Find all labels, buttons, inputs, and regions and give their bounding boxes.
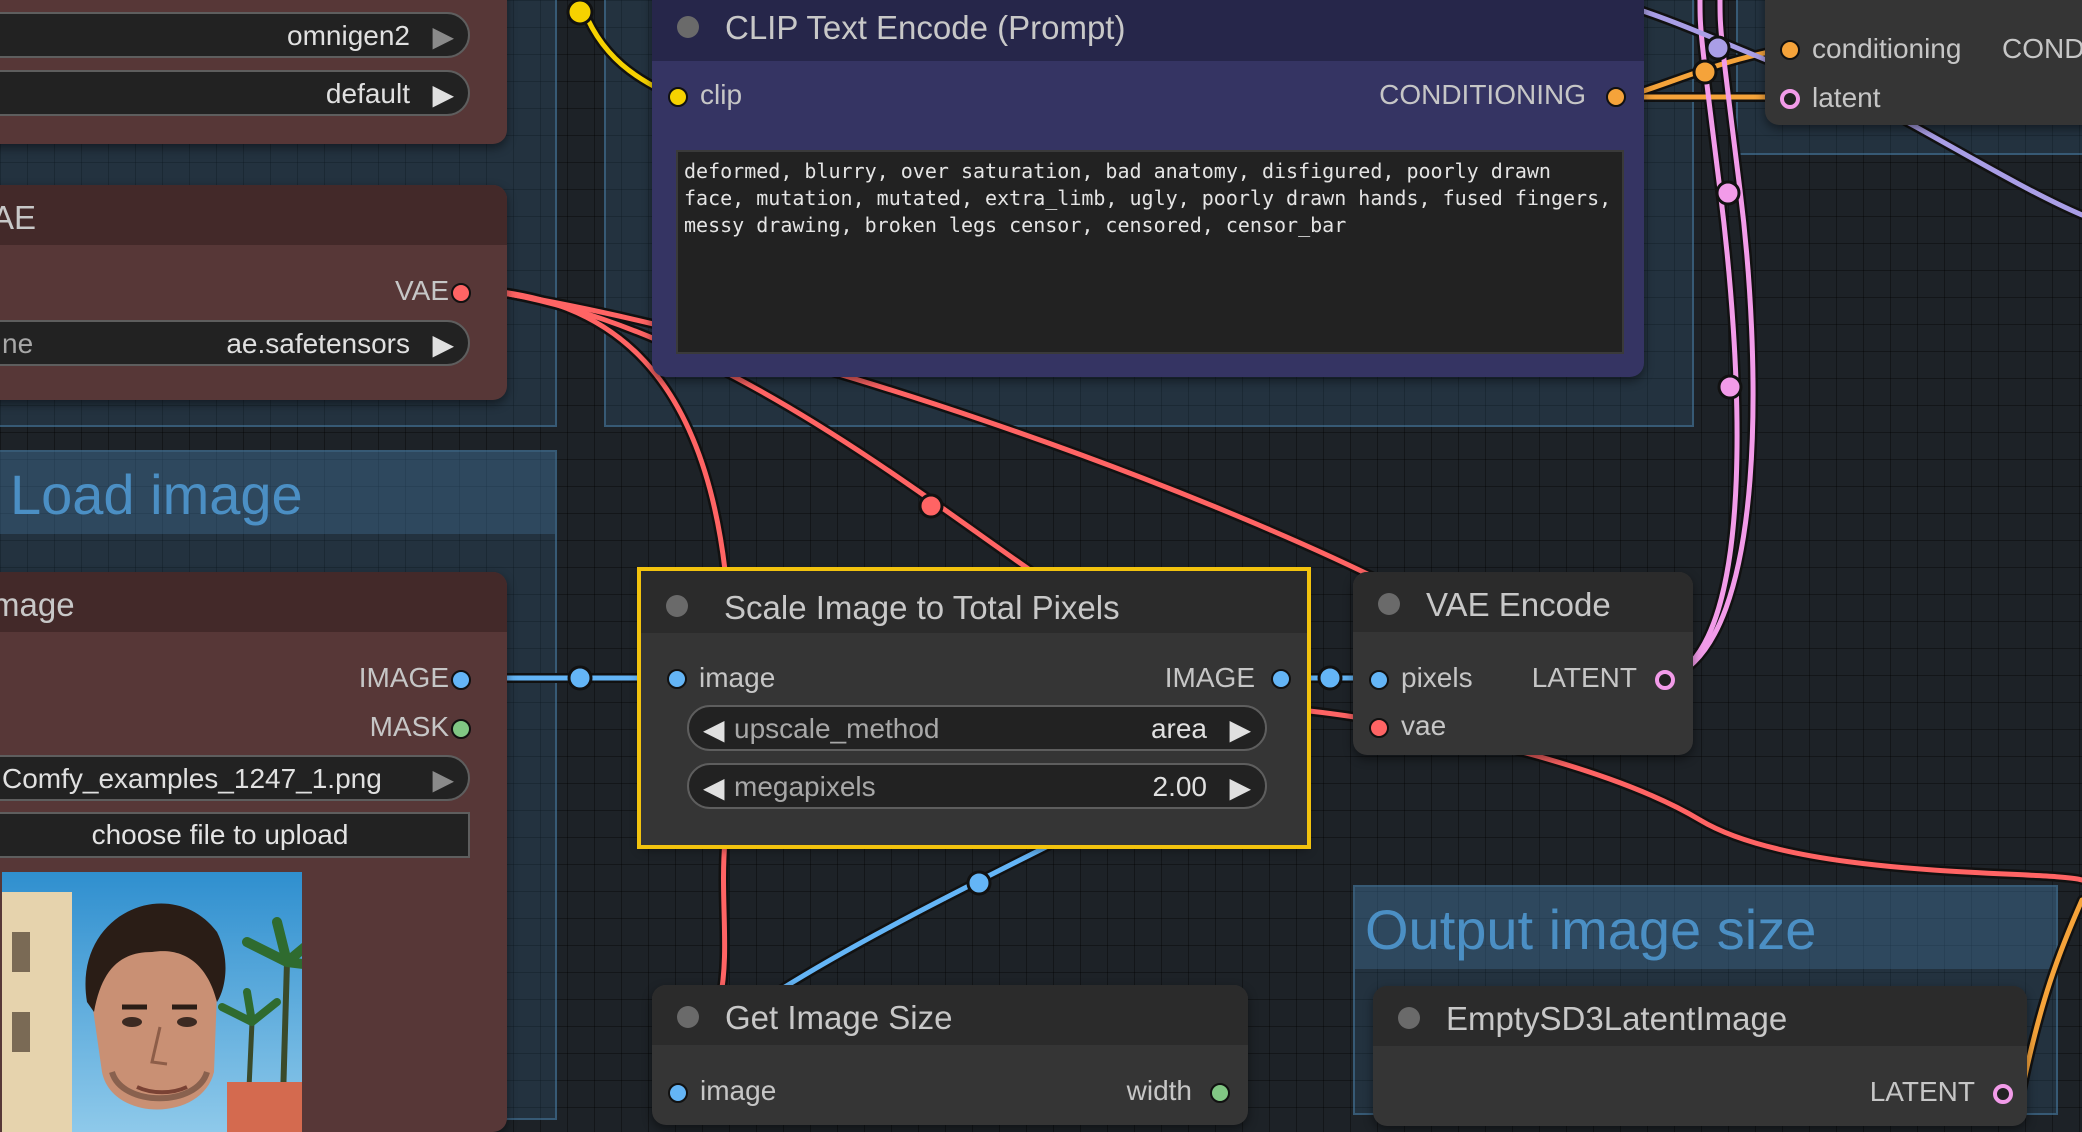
vae-input-socket[interactable] (1369, 718, 1389, 738)
arrow-right-icon[interactable]: ▶ (432, 328, 454, 361)
arrow-right-icon[interactable]: ▶ (1229, 771, 1251, 804)
portrait-image (2, 872, 302, 1132)
input-image-label: image (699, 662, 776, 693)
output-latent-label: LATENT (1869, 1076, 1975, 1107)
image-input-socket[interactable] (667, 669, 687, 689)
node-header[interactable]: Get Image Size (652, 985, 1248, 1045)
clip-text-encode-node[interactable]: CLIP Text Encode (Prompt) clip CONDITION… (652, 0, 1644, 377)
input-clip-label: clip (700, 79, 743, 110)
node-collapse-dot[interactable] (1398, 1007, 1420, 1029)
node-collapse-dot[interactable] (677, 1006, 699, 1028)
arrow-left-icon[interactable]: ◀ (703, 771, 725, 804)
node-collapse-dot[interactable] (666, 595, 688, 617)
upscale-method-widget[interactable]: ◀ upscale_method area ▶ (687, 705, 1267, 751)
arrow-left-icon[interactable]: ◀ (703, 713, 725, 746)
node-title: EmptySD3LatentImage (1446, 1000, 1788, 1037)
image-preview (2, 872, 302, 1132)
prompt-textarea[interactable]: deformed, blurry, over saturation, bad a… (676, 150, 1624, 354)
arrow-right-icon[interactable]: ▶ (432, 20, 454, 53)
scale-image-node[interactable]: Scale Image to Total Pixels image IMAGE … (637, 567, 1311, 849)
conditioning-output-socket[interactable] (1606, 87, 1626, 107)
megapixels-widget[interactable]: ◀ megapixels 2.00 ▶ (687, 763, 1267, 809)
upload-button[interactable]: choose file to upload (0, 812, 470, 858)
widget-label: megapixels (734, 771, 876, 802)
widget-value: 2.00 (1152, 771, 1208, 802)
node-collapse-dot[interactable] (677, 16, 699, 38)
node-title: CLIP Text Encode (Prompt) (725, 9, 1126, 46)
load-image-node[interactable]: mage IMAGE MASK Comfy_examples_1247_1.pn… (0, 572, 507, 1132)
input-vae-label: vae (1401, 710, 1447, 741)
width-output-socket[interactable] (1210, 1083, 1230, 1103)
output-image-label: IMAGE (358, 662, 449, 693)
input-pixels-label: pixels (1401, 662, 1473, 693)
type-select-widget[interactable]: default ▶ (0, 70, 470, 116)
vae-encode-node[interactable]: VAE Encode pixels LATENT vae (1353, 572, 1693, 755)
widget-value: default (325, 78, 410, 109)
image-file-widget[interactable]: Comfy_examples_1247_1.png ▶ (0, 755, 470, 801)
image-output-socket[interactable] (451, 670, 471, 690)
input-conditioning-label: conditioning (1812, 33, 1962, 64)
widget-value: ae.safetensors (226, 328, 410, 359)
vae-output-socket[interactable] (451, 283, 471, 303)
loader-node-top[interactable]: omnigen2 ▶ default ▶ (0, 0, 507, 144)
node-title: Scale Image to Total Pixels (724, 589, 1120, 626)
node-header[interactable]: Scale Image to Total Pixels (641, 571, 1307, 633)
input-latent-label: latent (1812, 82, 1881, 113)
model-select-widget[interactable]: omnigen2 ▶ (0, 12, 470, 58)
node-header[interactable]: EmptySD3LatentImage (1373, 986, 2027, 1046)
vae-loader-node[interactable]: AE VAE ne ae.safetensors ▶ (0, 185, 507, 400)
widget-label: ne (2, 328, 34, 359)
latent-output-socket[interactable] (1993, 1084, 2013, 1104)
widget-label: upscale_method (734, 713, 940, 744)
conditioning-input-socket[interactable] (1780, 40, 1800, 60)
image-output-socket[interactable] (1271, 669, 1291, 689)
empty-sd3-latent-node[interactable]: EmptySD3LatentImage LATENT (1373, 986, 2027, 1126)
widget-value: Comfy_examples_1247_1.png (2, 763, 382, 794)
clip-input-socket[interactable] (668, 87, 688, 107)
output-vae-label: VAE (395, 275, 449, 306)
node-header[interactable]: mage (0, 572, 507, 632)
widget-value: omnigen2 (287, 20, 410, 51)
arrow-right-icon[interactable]: ▶ (432, 763, 454, 796)
output-conditioning-label: CONDIT (2002, 33, 2082, 64)
output-mask-label: MASK (369, 711, 449, 742)
output-width-label: width (1126, 1075, 1192, 1106)
node-header[interactable]: AE (0, 185, 507, 245)
node-title: mage (0, 586, 75, 623)
output-conditioning-label: CONDITIONING (1379, 79, 1586, 110)
widget-value: area (1150, 713, 1207, 744)
input-image-label: image (700, 1075, 777, 1106)
node-title: VAE Encode (1426, 586, 1611, 623)
node-title: Get Image Size (725, 999, 953, 1036)
node-collapse-dot[interactable] (1378, 593, 1400, 615)
arrow-right-icon[interactable]: ▶ (432, 78, 454, 111)
output-image-label: IMAGE (1164, 662, 1255, 693)
sampler-node-partial[interactable]: conditioning CONDIT latent (1765, 0, 2082, 125)
latent-input-socket[interactable] (1780, 89, 1800, 109)
vae-name-widget[interactable]: ne ae.safetensors ▶ (0, 320, 470, 366)
pixels-input-socket[interactable] (1369, 670, 1389, 690)
node-header[interactable]: VAE Encode (1353, 572, 1693, 632)
mask-output-socket[interactable] (451, 719, 471, 739)
image-input-socket[interactable] (668, 1083, 688, 1103)
node-header[interactable]: CLIP Text Encode (Prompt) (652, 0, 1644, 61)
get-image-size-node[interactable]: Get Image Size image width (652, 985, 1248, 1125)
node-title: AE (0, 199, 37, 236)
arrow-right-icon[interactable]: ▶ (1229, 713, 1251, 746)
latent-output-socket[interactable] (1655, 670, 1675, 690)
output-latent-label: LATENT (1531, 662, 1637, 693)
